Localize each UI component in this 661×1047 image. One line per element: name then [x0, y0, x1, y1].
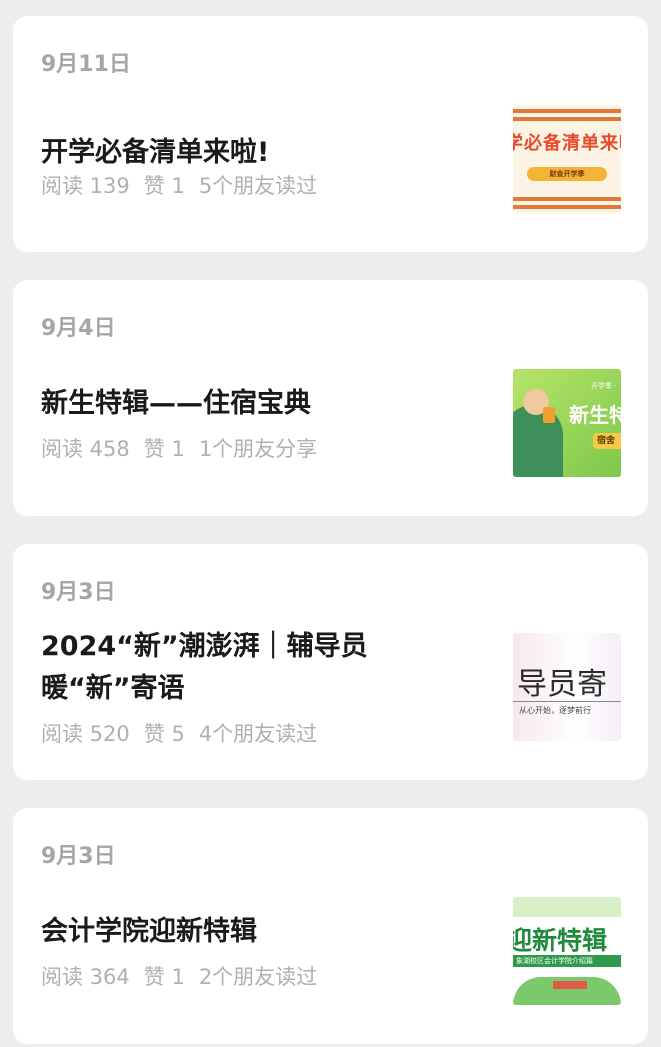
- article-feed: 9月11日 开学必备清单来啦! 阅读 139 赞 1 5个朋友读过 学必备清单来啦 …: [0, 0, 661, 1047]
- thumbnail-subtitle: 从心开始，逐梦前行: [519, 706, 591, 715]
- book-illustration: [543, 407, 555, 423]
- decor-stripe: [513, 205, 621, 209]
- article-thumbnail[interactable]: 开学季 · 新生特 宿舍: [513, 369, 621, 477]
- article-card[interactable]: 9月3日 会计学院迎新特辑 阅读 364 赞 1 2个朋友读过 迎新特辑 象湖校区会…: [13, 808, 648, 1044]
- thumbnail-headline: 学必备清单来啦: [513, 133, 621, 154]
- like-count: 赞 1: [143, 174, 185, 198]
- decor-stripe: [513, 109, 621, 113]
- article-meta: 阅读 458 赞 1 1个朋友分享: [41, 433, 331, 463]
- like-count: 赞 5: [143, 722, 185, 746]
- read-count: 阅读 364: [41, 965, 130, 989]
- thumbnail-pill: 财金开学季: [527, 167, 607, 181]
- article-thumbnail[interactable]: 迎新特辑 象湖校区会计学院介绍篇: [513, 897, 621, 1005]
- thumbnail-tag: 宿舍: [593, 433, 621, 449]
- article-date: 9月3日: [41, 580, 116, 605]
- thumbnail-headline: 导员寄: [517, 667, 607, 702]
- thumbnail-caption: 开学季 ·: [591, 382, 617, 390]
- article-title[interactable]: 新生特辑——住宿宝典: [41, 383, 481, 425]
- like-count: 赞 1: [143, 437, 185, 461]
- article-date: 9月11日: [41, 52, 131, 77]
- thumbnail-headline: 迎新特辑: [513, 926, 608, 955]
- article-meta: 阅读 520 赞 5 4个朋友读过: [41, 718, 331, 748]
- article-meta: 阅读 364 赞 1 2个朋友读过: [41, 961, 331, 991]
- student-illustration: [513, 405, 563, 477]
- friends-read: 4个朋友读过: [198, 722, 318, 746]
- article-meta: 阅读 139 赞 1 5个朋友读过: [41, 170, 331, 200]
- friends-read: 5个朋友读过: [198, 174, 318, 198]
- friends-share: 1个朋友分享: [198, 437, 318, 461]
- read-count: 阅读 458: [41, 437, 130, 461]
- article-thumbnail[interactable]: 学必备清单来啦 财金开学季: [513, 105, 621, 213]
- article-title[interactable]: 2024“新”潮澎湃｜辅导员暖“新”寄语: [41, 626, 481, 710]
- article-thumbnail[interactable]: 导员寄 从心开始，逐梦前行: [513, 633, 621, 741]
- thumbnail-band: 象湖校区会计学院介绍篇: [513, 955, 621, 967]
- article-date: 9月3日: [41, 844, 116, 869]
- read-count: 阅读 520: [41, 722, 130, 746]
- like-count: 赞 1: [143, 965, 185, 989]
- books-illustration: [553, 981, 587, 989]
- friends-read: 2个朋友读过: [198, 965, 318, 989]
- article-card[interactable]: 9月11日 开学必备清单来啦! 阅读 139 赞 1 5个朋友读过 学必备清单来啦 …: [13, 16, 648, 252]
- read-count: 阅读 139: [41, 174, 130, 198]
- article-card[interactable]: 9月4日 新生特辑——住宿宝典 阅读 458 赞 1 1个朋友分享 开学季 · 新生…: [13, 280, 648, 516]
- thumbnail-headline: 新生特: [569, 403, 621, 427]
- decor-leaves: [513, 897, 621, 917]
- divider: [513, 701, 621, 702]
- decor-stripe: [513, 117, 621, 121]
- article-title[interactable]: 开学必备清单来啦!: [41, 132, 481, 174]
- article-title[interactable]: 会计学院迎新特辑: [41, 911, 481, 953]
- decor-stripe: [513, 197, 621, 201]
- article-card[interactable]: 9月3日 2024“新”潮澎湃｜辅导员暖“新”寄语 阅读 520 赞 5 4个朋友读…: [13, 544, 648, 780]
- article-date: 9月4日: [41, 316, 116, 341]
